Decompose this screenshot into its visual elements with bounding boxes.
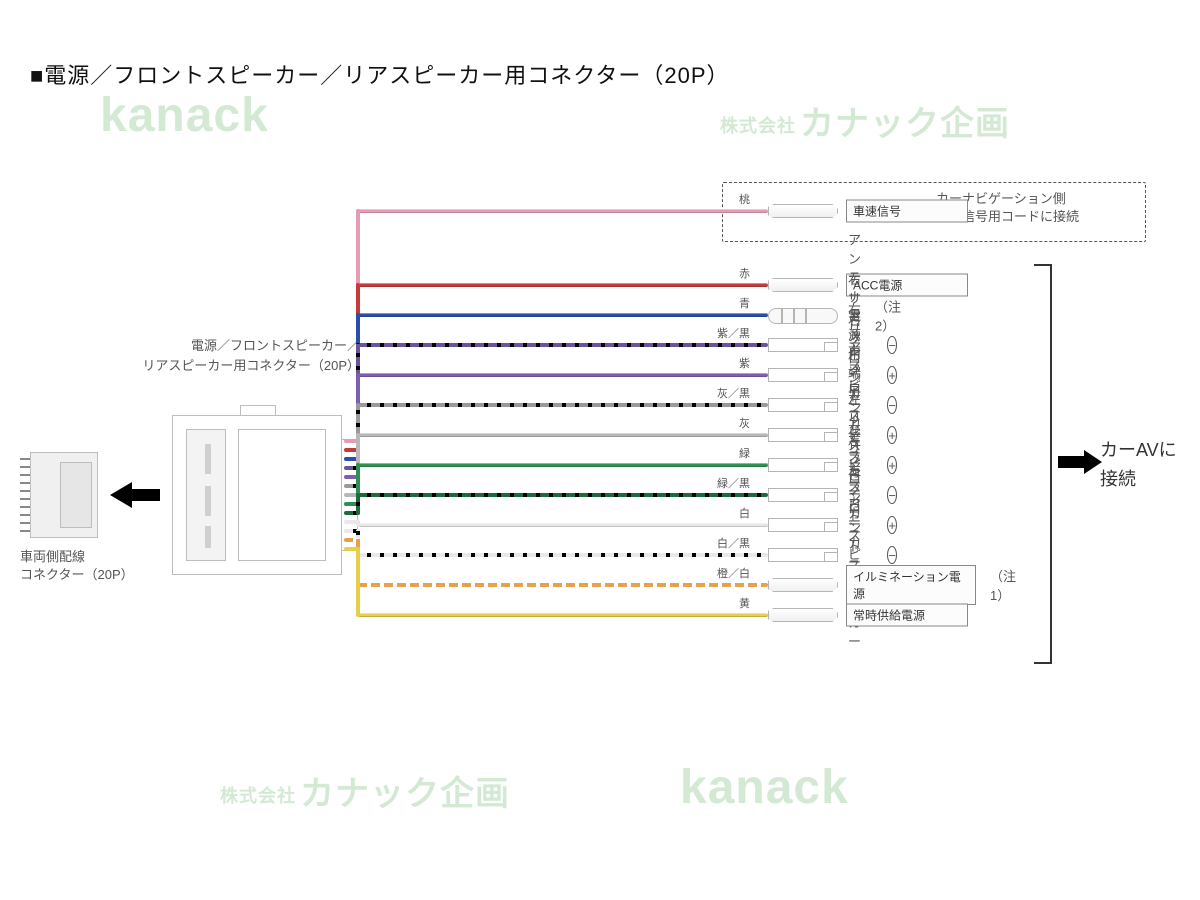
wire-color-label: 緑／黒 bbox=[713, 475, 754, 491]
polarity-icon: − bbox=[887, 546, 897, 564]
connect-to-av-label: カーAVに接続 bbox=[1100, 436, 1177, 494]
terminal-plug bbox=[768, 458, 838, 472]
signal-label-box: 常時供給電源 bbox=[846, 604, 968, 627]
terminal-plug bbox=[768, 488, 838, 502]
group-bracket bbox=[1034, 264, 1052, 664]
wire-color-label: 白 bbox=[735, 505, 754, 521]
wire-w_blue: 青 bbox=[358, 300, 838, 330]
terminal-plug bbox=[768, 338, 838, 352]
wire-w_yel: 黄 bbox=[358, 600, 838, 630]
wire-w_wht: 白 bbox=[358, 510, 838, 540]
watermark-kanack: kanack bbox=[680, 760, 849, 815]
signal-label-box: 車速信号 bbox=[846, 200, 968, 223]
terminal-plug bbox=[768, 308, 838, 322]
terminal-plug bbox=[768, 428, 838, 442]
wire-color-label: 黄 bbox=[735, 595, 754, 611]
terminal-plug bbox=[768, 368, 838, 382]
terminal-plug bbox=[768, 518, 838, 532]
watermark-company: 株式会社カナック企画 bbox=[720, 96, 1010, 145]
vehicle-side-connector bbox=[20, 452, 98, 538]
wire-segment bbox=[356, 547, 360, 617]
wire-w_pink: 桃 bbox=[358, 196, 838, 270]
main-connector bbox=[172, 415, 342, 575]
wire-color-label: 緑 bbox=[735, 445, 754, 461]
watermark-company: 株式会社カナック企画 bbox=[220, 766, 510, 815]
wire-segment bbox=[356, 493, 360, 515]
wire-color-label: 紫 bbox=[735, 355, 754, 371]
wire-w_gry: 灰 bbox=[358, 420, 838, 450]
terminal-plug bbox=[768, 608, 838, 622]
wire-color-label: 灰 bbox=[735, 415, 754, 431]
wire-w_grn: 緑 bbox=[358, 450, 838, 480]
wire-color-label: 赤 bbox=[735, 265, 754, 281]
arrow-left-icon bbox=[110, 482, 160, 508]
wire-color-label: 灰／黒 bbox=[713, 385, 754, 401]
terminal-plug bbox=[768, 548, 838, 562]
wire-color-label: 白／黒 bbox=[713, 535, 754, 551]
wire-w_org_wh: 橙／白 bbox=[358, 570, 838, 600]
main-connector-label: 電源／フロントスピーカー／リアスピーカー用コネクター（20P） bbox=[60, 336, 360, 375]
terminal-plug bbox=[768, 578, 838, 592]
wire-w_red: 赤 bbox=[358, 270, 838, 300]
wire-w_wht_bk: 白／黒 bbox=[358, 540, 838, 570]
wire-w_grn_bk: 緑／黒 bbox=[358, 480, 838, 510]
wire-w_gry_bk: 灰／黒 bbox=[358, 390, 838, 420]
arrow-right-icon bbox=[1058, 450, 1102, 474]
wire-segment bbox=[356, 520, 360, 527]
terminal-plug bbox=[768, 398, 838, 412]
wire-w_pur_bk: 紫／黒 bbox=[358, 330, 838, 360]
wire-w_pur: 紫 bbox=[358, 360, 838, 390]
signal-label-box: イルミネーション電源 bbox=[846, 565, 976, 605]
wire-color-label: 紫／黒 bbox=[713, 325, 754, 341]
terminal-plug bbox=[768, 204, 838, 218]
vehicle-connector-label: 車両側配線コネクター（20P） bbox=[20, 548, 134, 584]
note-ref: （注1） bbox=[990, 566, 1016, 604]
wire-bundle: 桃赤青紫／黒紫灰／黒灰緑緑／黒白白／黒橙／白黄 bbox=[358, 196, 838, 630]
diagram-title: ■電源／フロントスピーカー／リアスピーカー用コネクター（20P） bbox=[30, 58, 730, 90]
watermark-kanack: kanack bbox=[100, 88, 269, 143]
terminal-plug bbox=[768, 278, 838, 292]
wire-color-label: 桃 bbox=[735, 191, 754, 207]
wire-color-label: 橙／白 bbox=[713, 565, 754, 581]
wire-color-label: 青 bbox=[735, 295, 754, 311]
